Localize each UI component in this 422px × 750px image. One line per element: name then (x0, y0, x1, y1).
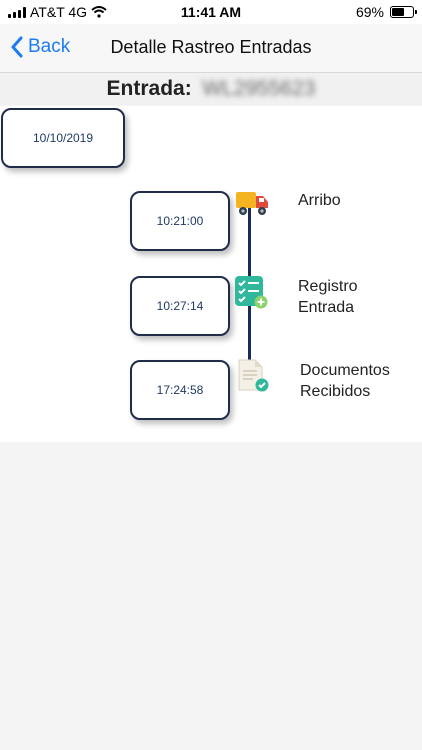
status-bar: AT&T 4G 11:41 AM 69% (0, 0, 422, 24)
step-time-card: 10:27:14 (130, 276, 230, 336)
step-time-card: 10:21:00 (130, 191, 230, 251)
date-value: 10/10/2019 (32, 131, 94, 145)
truck-icon (236, 192, 268, 215)
step-label: Documentos Recibidos (300, 362, 390, 400)
checklist-icon (235, 276, 268, 309)
document-check-icon (238, 359, 269, 392)
date-card: 10/10/2019 (1, 108, 125, 168)
entry-value: WL2955623 (202, 77, 316, 100)
step-time: 10:21:00 (156, 214, 204, 228)
page-title: Detalle Rastreo Entradas (110, 37, 312, 57)
step-time: 10:27:14 (156, 299, 204, 313)
step-label: Arribo (298, 192, 341, 209)
battery-info: 69% (355, 4, 417, 20)
navigation-bar: Back Detalle Rastreo Entradas (0, 24, 422, 73)
step-time-card: 17:24:58 (130, 360, 230, 420)
battery-percent: 69% (355, 4, 384, 20)
tracking-timeline: 10/10/2019 10:21:00 Arribo 10:27:14 Regi… (0, 106, 422, 442)
step-label: Registro Entrada (298, 278, 358, 316)
step-time: 17:24:58 (156, 383, 204, 397)
battery-icon (390, 6, 417, 18)
entry-header: Entrada: WL2955623 (0, 73, 422, 105)
entry-label: Entrada: (106, 77, 192, 100)
